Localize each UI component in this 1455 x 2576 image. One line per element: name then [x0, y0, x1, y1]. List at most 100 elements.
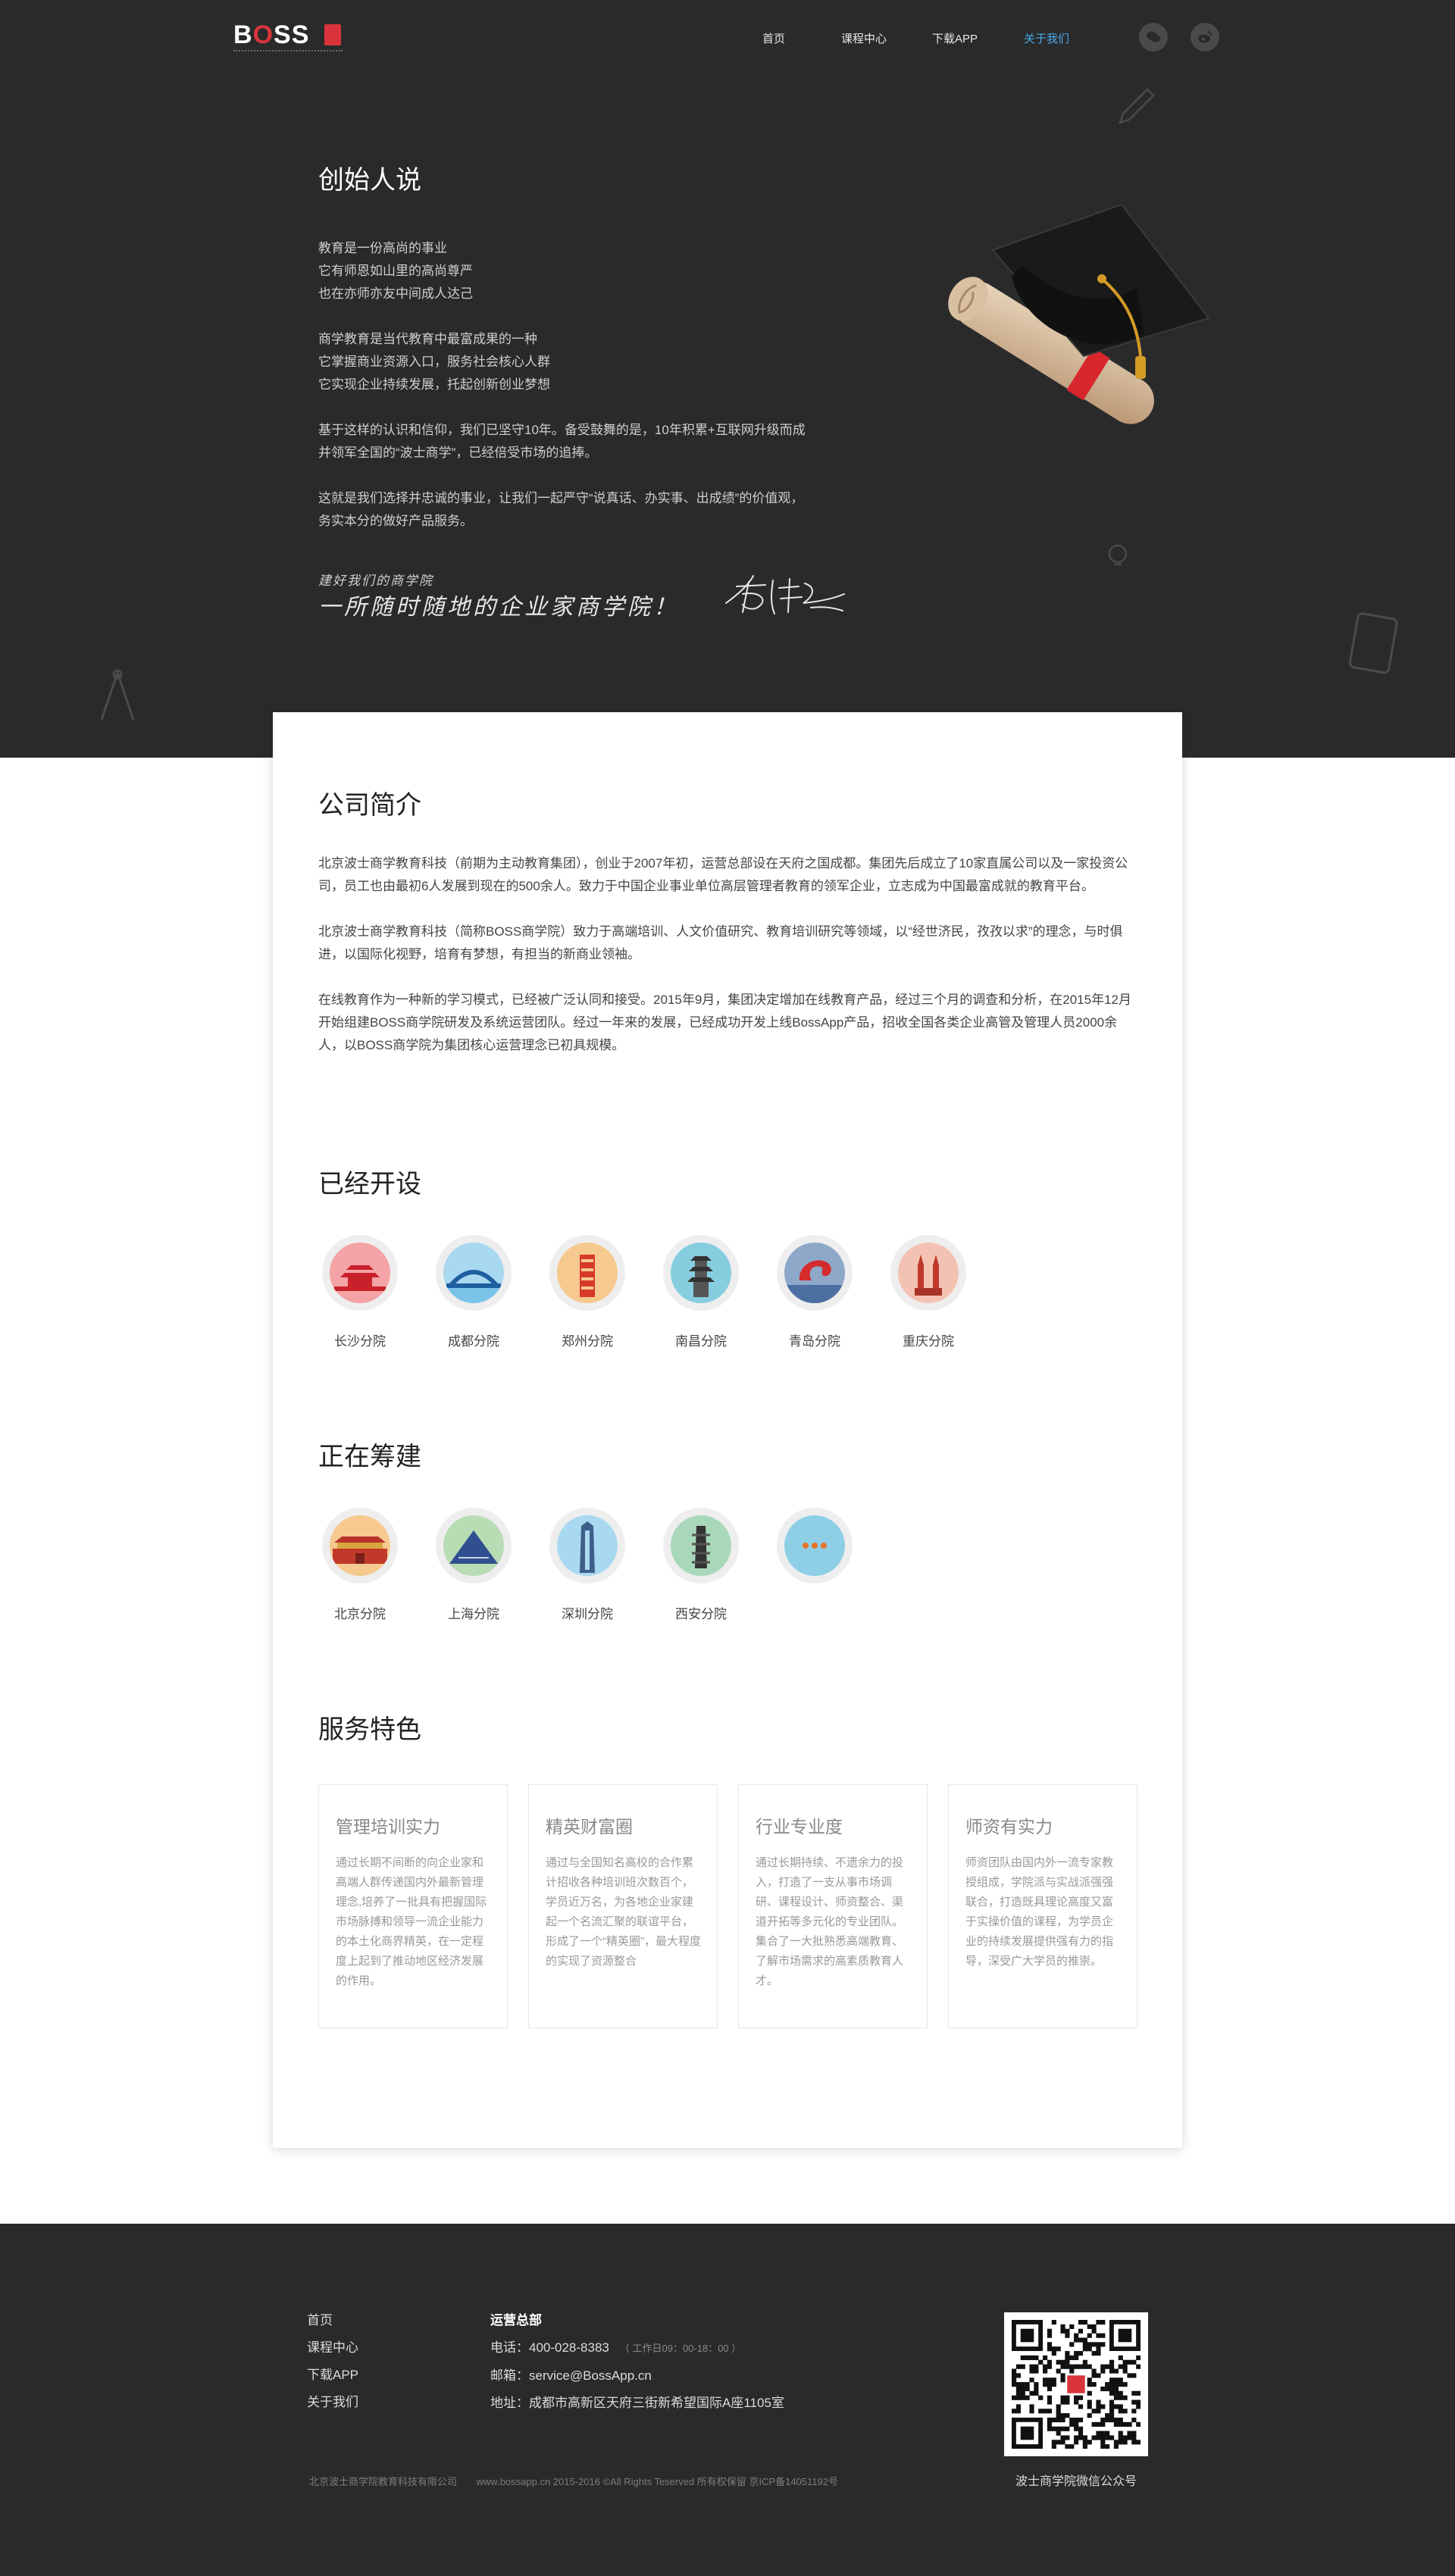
contact-phone[interactable]: 电话：400-028-8383	[490, 2340, 609, 2355]
company-intro-text: 北京波士商学教育科技（前期为主动教育集团），创业于2007年初，运营总部设在天府…	[318, 852, 1141, 1080]
branch-label: 上海分院	[448, 1607, 499, 1621]
contact-email[interactable]: 邮箱：service@BossApp.cn	[490, 2362, 784, 2390]
company-intro-paragraph: 北京波士商学教育科技（前期为主动教育集团），创业于2007年初，运营总部设在天府…	[318, 856, 1128, 893]
chengdu-landmark-icon	[443, 1243, 504, 1303]
branch-beijing[interactable]: 北京分院	[318, 1508, 402, 1637]
feature-description: 师资团队由国内外一流专家教授组成，学院派与实战派强强联合，打造既具理论高度又富于…	[965, 1856, 1114, 1968]
branch-more[interactable]	[773, 1508, 856, 1637]
top-navigation-bar: BOSS 首页 课程中心 下载APP 关于我们	[0, 0, 1455, 76]
feature-card: 师资有实力 师资团队由国内外一流专家教授组成，学院派与实战派强强联合，打造既具理…	[948, 1784, 1137, 2028]
changsha-landmark-icon	[330, 1243, 390, 1303]
feature-description: 通过与全国知名高校的合作累计招收各种培训班次数百个，学员近万名，为各地企业家建起…	[546, 1856, 701, 1968]
nav-courses[interactable]: 课程中心	[841, 30, 887, 46]
footer-link-home[interactable]: 首页	[307, 2307, 358, 2334]
branch-label: 郑州分院	[562, 1334, 613, 1349]
branch-xian[interactable]: 西安分院	[659, 1508, 743, 1637]
feature-description: 通过长期持续、不遗余力的投入，打造了一支从事市场调研、课程设计、师资整合、渠道开…	[756, 1856, 904, 1987]
contact-hours: （ 工作日09：00-18：00 ）	[619, 2343, 742, 2354]
slogan-large: 一所随时随地的企业家商学院！	[318, 594, 679, 621]
founder-title: 创始人说	[318, 166, 421, 195]
about-content-card: 公司简介 北京波士商学教育科技（前期为主动教育集团），创业于2007年初，运营总…	[273, 712, 1182, 2148]
more-dots-icon	[784, 1515, 845, 1576]
wechat-qr-code	[1004, 2312, 1148, 2456]
wechat-icon[interactable]	[1139, 23, 1168, 52]
opened-branches-list: 长沙分院 成都分院 郑州分院 南昌分院 青岛分院 重庆分院	[318, 1235, 1152, 1364]
lightbulb-decoration-icon	[1108, 544, 1128, 566]
feature-card: 精英财富圈 通过与全国知名高校的合作累计招收各种培训班次数百个，学员近万名，为各…	[528, 1784, 718, 2028]
footer-nav: 首页 课程中心 下载APP 关于我们	[307, 2307, 358, 2416]
company-name: 北京波士商学院教育科技有限公司	[309, 2476, 458, 2487]
qingdao-landmark-icon	[784, 1243, 845, 1303]
branch-zhengzhou[interactable]: 郑州分院	[546, 1235, 629, 1364]
chongqing-landmark-icon	[898, 1243, 959, 1303]
zhengzhou-landmark-icon	[557, 1243, 618, 1303]
branch-nanchang[interactable]: 南昌分院	[659, 1235, 743, 1364]
branch-label: 长沙分院	[334, 1334, 386, 1349]
footer-link-courses[interactable]: 课程中心	[307, 2334, 358, 2362]
graduation-cap-illustration	[948, 205, 1210, 424]
building-branches-list: 北京分院 上海分院 深圳分院 西安分院	[318, 1508, 1152, 1637]
branch-shanghai[interactable]: 上海分院	[432, 1508, 515, 1637]
logo-text: BOSS	[233, 20, 310, 49]
book-decoration-icon	[1348, 612, 1398, 674]
company-intro-paragraph: 在线教育作为一种新的学习模式，已经被广泛认同和接受。2015年9月，集团决定增加…	[318, 993, 1131, 1052]
company-intro-title: 公司简介	[318, 791, 421, 820]
nav-download-app[interactable]: 下载APP	[932, 30, 978, 46]
nanchang-landmark-icon	[671, 1243, 731, 1303]
pencil-decoration-icon	[1119, 88, 1155, 124]
nav-home[interactable]: 首页	[762, 30, 785, 46]
boss-logo[interactable]: BOSS	[233, 21, 343, 59]
feature-card: 管理培训实力 通过长期不间断的向企业家和高端人群传递国内外最新管理理念,培养了一…	[318, 1784, 508, 2028]
logo-badge	[324, 24, 341, 45]
service-features-list: 管理培训实力 通过长期不间断的向企业家和高端人群传递国内外最新管理理念,培养了一…	[318, 1784, 1141, 2030]
copyright-bar: 北京波士商学院教育科技有限公司 www.bossapp.cn 2015-2016…	[309, 2474, 855, 2488]
company-intro-paragraph: 北京波士商学教育科技（简称BOSS商学院）致力于高端培训、人文价值研究、教育培训…	[318, 924, 1123, 961]
qr-caption: 波士商学院微信公众号	[1015, 2475, 1137, 2488]
founder-statement: 创始人说 教育是一份高尚的事业 它有师恩如山里的高尚尊严 也在亦师亦友中间成人达…	[318, 159, 849, 555]
branch-label: 南昌分院	[675, 1334, 727, 1349]
weibo-icon[interactable]	[1191, 23, 1219, 52]
opened-branches-title: 已经开设	[318, 1170, 421, 1199]
feature-card: 行业专业度 通过长期持续、不遗余力的投入，打造了一支从事市场调研、课程设计、师资…	[738, 1784, 928, 2028]
beijing-landmark-icon	[330, 1515, 390, 1576]
hero-section: BOSS 首页 课程中心 下载APP 关于我们 创始人说 教育是一份高尚的事业 …	[0, 0, 1455, 758]
shenzhen-landmark-icon	[557, 1515, 618, 1576]
footer-link-about[interactable]: 关于我们	[307, 2389, 358, 2416]
contact-heading: 运营总部	[490, 2313, 542, 2327]
contact-info: 运营总部 电话：400-028-8383 （ 工作日09：00-18：00 ） 邮…	[490, 2307, 784, 2417]
slogan-small: 建好我们的商学院	[318, 574, 433, 589]
feature-title: 师资有实力	[965, 1817, 1053, 1837]
founder-paragraph: 这就是我们选择并忠诚的事业，让我们一起严守“说真话、办实事、出成绩”的价值观， …	[318, 491, 804, 528]
branch-shenzhen[interactable]: 深圳分院	[546, 1508, 629, 1637]
branch-chongqing[interactable]: 重庆分院	[887, 1235, 970, 1364]
site-footer: 首页 课程中心 下载APP 关于我们 运营总部 电话：400-028-8383 （…	[0, 2224, 1455, 2576]
copyright-text: www.bossapp.cn 2015-2016 ©All Rights Tes…	[476, 2476, 838, 2487]
feature-description: 通过长期不间断的向企业家和高端人群传递国内外最新管理理念,培养了一批具有把握国际…	[336, 1856, 487, 1987]
nav-about-us[interactable]: 关于我们	[1024, 30, 1069, 46]
founder-paragraph: 教育是一份高尚的事业 它有师恩如山里的高尚尊严 也在亦师亦友中间成人达己	[318, 241, 473, 301]
contact-address: 地址：成都市高新区天府三街新希望国际A座1105室	[490, 2396, 784, 2410]
feature-title: 精英财富圈	[546, 1817, 633, 1837]
founder-signature	[725, 575, 845, 614]
xian-landmark-icon	[671, 1515, 731, 1576]
branch-label: 成都分院	[448, 1334, 499, 1349]
branch-label: 青岛分院	[789, 1334, 840, 1349]
feature-title: 管理培训实力	[336, 1817, 440, 1837]
branch-changsha[interactable]: 长沙分院	[318, 1235, 402, 1364]
feature-title: 行业专业度	[756, 1817, 843, 1837]
branch-label: 重庆分院	[903, 1334, 954, 1349]
footer-link-download-app[interactable]: 下载APP	[307, 2362, 358, 2389]
branch-label: 西安分院	[675, 1607, 727, 1621]
service-features-title: 服务特色	[318, 1715, 421, 1744]
founder-paragraph: 商学教育是当代教育中最富成果的一种 它掌握商业资源入口，服务社会核心人群 它实现…	[318, 332, 550, 392]
shanghai-landmark-icon	[443, 1515, 504, 1576]
branch-qingdao[interactable]: 青岛分院	[773, 1235, 856, 1364]
contact-phone-row: 电话：400-028-8383 （ 工作日09：00-18：00 ）	[490, 2334, 784, 2362]
logo-tagline	[233, 50, 343, 52]
founder-paragraph: 基于这样的认识和信仰，我们已坚守10年。备受鼓舞的是，10年积累+互联网升级而成…	[318, 423, 806, 460]
compass-decoration-icon	[100, 669, 135, 721]
branch-chengdu[interactable]: 成都分院	[432, 1235, 515, 1364]
building-branches-title: 正在筹建	[318, 1443, 421, 1471]
branch-label: 深圳分院	[562, 1607, 613, 1621]
qr-code-icon	[1012, 2320, 1141, 2449]
